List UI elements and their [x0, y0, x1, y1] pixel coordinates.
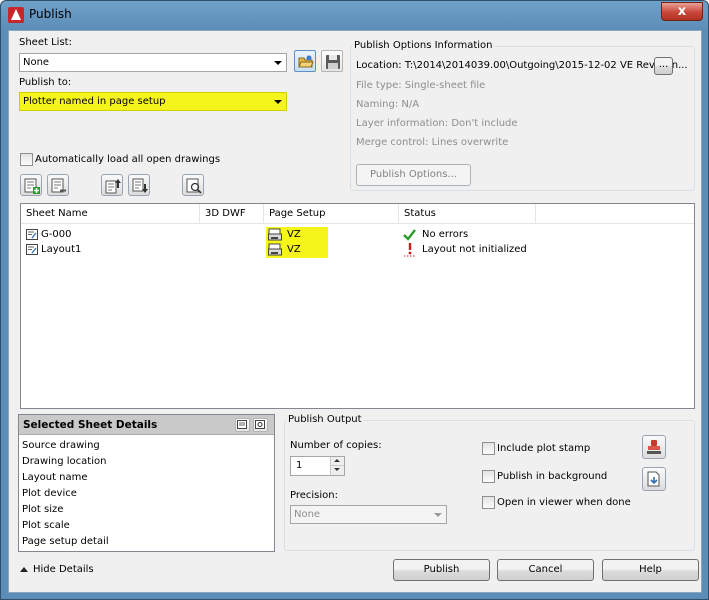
save-icon [326, 55, 340, 69]
table-row[interactable]: G-000 VZ No errors [21, 227, 694, 243]
status-cell: Layout not initialized [422, 244, 527, 255]
title-bar[interactable]: Publish x [1, 1, 708, 29]
page-setup-cell[interactable]: VZ [266, 242, 328, 258]
remove-sheet-icon [51, 178, 66, 193]
details-title: Selected Sheet Details [23, 419, 158, 431]
publish-in-background-checkbox[interactable] [482, 470, 495, 483]
remove-sheets-button[interactable] [47, 174, 69, 196]
publish-options-title: Publish Options Information [352, 40, 495, 51]
column-page-setup[interactable]: Page Setup [264, 204, 399, 224]
move-sheet-up-button[interactable] [101, 174, 123, 196]
column-status[interactable]: Status [399, 204, 536, 224]
warning-icon [404, 243, 416, 257]
magnifier-icon [255, 420, 265, 429]
window-title: Publish [29, 7, 72, 21]
cancel-button[interactable]: Cancel [497, 559, 594, 581]
save-sheet-list-button[interactable] [321, 50, 343, 72]
collapse-details-icon[interactable] [20, 566, 28, 572]
sheet-name-cell: Layout1 [41, 244, 82, 255]
publish-to-label: Publish to: [19, 77, 72, 88]
stepper-down-icon[interactable] [330, 466, 344, 475]
include-plot-stamp-checkbox[interactable] [482, 442, 495, 455]
page-setup-cell[interactable]: VZ [266, 227, 328, 243]
page-setup-icon [268, 243, 282, 256]
auto-load-label: Automatically load all open drawings [35, 154, 221, 165]
publish-dialog: Publish x Sheet List: None Publish to: P… [0, 0, 709, 600]
document-download-icon [647, 471, 660, 487]
close-button[interactable]: x [661, 2, 703, 21]
preview-button[interactable] [182, 174, 204, 196]
sheets-table[interactable]: Sheet Name 3D DWF Page Setup Status G-00… [20, 203, 695, 409]
publish-to-value: Plotter named in page setup [23, 96, 166, 107]
add-sheets-button[interactable] [20, 174, 42, 196]
sheet-list-label: Sheet List: [19, 37, 72, 48]
publish-output-title: Publish Output [286, 414, 364, 425]
location-text: Location: T:\2014\2014039.00\Outgoing\20… [356, 60, 688, 71]
include-plot-stamp-label: Include plot stamp [497, 443, 591, 454]
detail-page-setup: Page setup detail [22, 536, 109, 547]
status-cell: No errors [422, 229, 469, 240]
location-browse-button[interactable]: ... [654, 57, 673, 75]
copies-stepper[interactable]: 1 [290, 456, 345, 476]
open-in-viewer-checkbox[interactable] [482, 496, 495, 509]
autocad-logo-icon [8, 7, 24, 23]
detail-drawing-location: Drawing location [22, 456, 107, 467]
sheet-list-value: None [23, 57, 50, 68]
layout-sheet-icon [26, 229, 38, 240]
details-copy-button[interactable] [235, 418, 250, 432]
sheets-table-header: Sheet Name 3D DWF Page Setup Status [21, 204, 694, 224]
column-3d-dwf[interactable]: 3D DWF [200, 204, 264, 224]
publish-to-select[interactable]: Plotter named in page setup [19, 92, 287, 111]
check-icon [403, 229, 416, 241]
naming-text: Naming: N/A [356, 99, 420, 110]
details-preview-button[interactable] [253, 418, 268, 432]
move-up-icon [105, 179, 121, 194]
page-setup-icon [268, 228, 282, 241]
load-sheet-list-button[interactable] [294, 50, 316, 72]
table-row[interactable]: Layout1 VZ Layout not initialized [21, 242, 694, 258]
layer-information-text: Layer information: Don't include [356, 118, 518, 129]
publish-options-button[interactable]: Publish Options... [356, 164, 471, 186]
detail-plot-device: Plot device [22, 488, 77, 499]
copy-icon [237, 420, 247, 429]
publish-in-background-label: Publish in background [497, 471, 608, 482]
column-sheet-name[interactable]: Sheet Name [21, 204, 200, 224]
publish-button[interactable]: Publish [393, 559, 490, 581]
selected-sheet-details-panel: Selected Sheet Details Source drawing Dr… [18, 414, 275, 552]
page-setup-value: VZ [287, 244, 301, 255]
move-sheet-down-button[interactable] [128, 174, 150, 196]
background-settings-button[interactable] [642, 467, 666, 491]
precision-label: Precision: [290, 490, 338, 501]
merge-control-text: Merge control: Lines overwrite [356, 137, 509, 148]
move-down-icon [132, 178, 148, 193]
auto-load-checkbox[interactable] [20, 153, 33, 166]
layout-sheet-icon [26, 244, 38, 255]
copies-label: Number of copies: [290, 440, 382, 451]
file-type-text: File type: Single-sheet file [356, 80, 486, 91]
page-setup-value: VZ [287, 229, 301, 240]
hide-details-link[interactable]: Hide Details [33, 564, 94, 575]
chevron-down-icon [274, 100, 282, 104]
detail-plot-scale: Plot scale [22, 520, 70, 531]
detail-plot-size: Plot size [22, 504, 64, 515]
copies-value: 1 [296, 460, 303, 471]
chevron-down-icon [434, 513, 442, 517]
plot-stamp-settings-button[interactable] [642, 435, 666, 459]
sheet-list-select[interactable]: None [19, 53, 287, 72]
precision-value: None [294, 509, 321, 520]
dialog-client-area: Sheet List: None Publish to: Plotter nam… [8, 30, 702, 593]
detail-layout-name: Layout name [22, 472, 88, 483]
open-in-viewer-label: Open in viewer when done [497, 497, 631, 508]
add-sheet-icon [24, 178, 40, 194]
stamp-icon [647, 440, 661, 454]
detail-source-drawing: Source drawing [22, 440, 100, 451]
precision-select[interactable]: None [290, 505, 447, 524]
chevron-down-icon [274, 61, 282, 65]
preview-icon [186, 178, 202, 194]
folder-open-icon [298, 55, 314, 68]
help-button[interactable]: Help [602, 559, 699, 581]
sheet-name-cell: G-000 [41, 229, 72, 240]
stepper-up-icon[interactable] [330, 457, 344, 466]
